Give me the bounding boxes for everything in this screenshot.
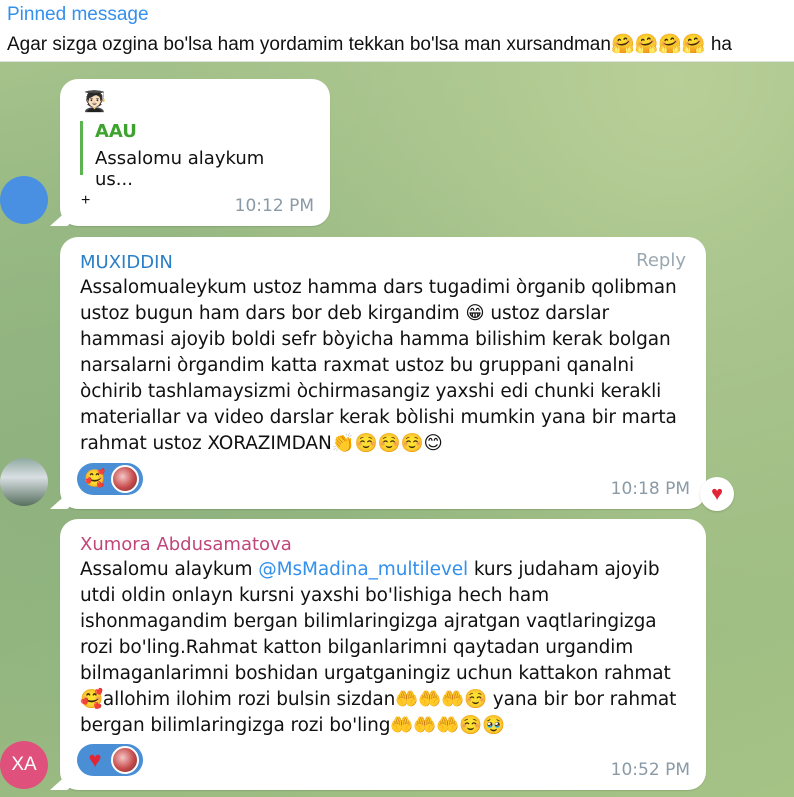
message-bubble[interactable]: 🧑🏻‍🎓 AAU Assalomu alaykum us... + 10:12 … xyxy=(50,79,330,226)
message-bubble[interactable]: MUXIDDIN Reply Assalomualeykum ustoz ham… xyxy=(50,237,706,509)
message-time: 10:18 PM xyxy=(610,479,690,499)
pinned-title: Pinned message xyxy=(7,4,149,25)
reply-button[interactable]: Reply xyxy=(636,250,686,271)
message-time: 10:12 PM xyxy=(234,196,314,216)
reaction-emoji: 🥰 xyxy=(84,469,106,488)
reaction-chip[interactable]: 🥰 xyxy=(77,463,143,495)
avatar[interactable] xyxy=(0,176,48,224)
message-text: Assalomualeykum ustoz hamma dars tugadim… xyxy=(80,277,677,454)
message-text: + xyxy=(81,192,91,209)
heart-reaction-badge[interactable]: ♥ xyxy=(700,477,734,511)
quote-text: Assalomu alaykum us... xyxy=(95,148,265,190)
message-text-start: Assalomu alaykum xyxy=(80,559,259,580)
avatar[interactable] xyxy=(0,458,48,506)
message-text-rest: kurs judaham ajoyib utdi oldin onlayn ku… xyxy=(80,559,677,736)
heart-icon: ♥ xyxy=(88,747,102,772)
message-bubble[interactable]: Xumora Abdusamatova Assalomu alaykum @Ms… xyxy=(50,519,706,790)
sender-name[interactable]: MUXIDDIN xyxy=(80,252,173,273)
avatar[interactable]: XA xyxy=(0,741,48,789)
pinned-message-bar[interactable]: Pinned message Agar sizga ozgina bo'lsa … xyxy=(0,0,794,62)
reactor-avatar xyxy=(111,465,139,493)
reply-quote[interactable]: AAU Assalomu alaykum us... xyxy=(80,121,300,190)
reactor-avatar xyxy=(111,746,139,774)
student-emoji: 🧑🏻‍🎓 xyxy=(82,91,107,113)
quote-sender: AAU xyxy=(95,121,137,142)
message-time: 10:52 PM xyxy=(610,760,690,780)
message-text: Assalomu alaykum @MsMadina_multilevel ku… xyxy=(80,557,690,739)
sender-name[interactable]: Xumora Abdusamatova xyxy=(80,534,292,555)
pinned-text: Agar sizga ozgina bo'lsa ham yordamim te… xyxy=(7,34,732,55)
reaction-chip[interactable]: ♥ xyxy=(77,744,143,776)
mention-link[interactable]: @MsMadina_multilevel xyxy=(258,559,468,580)
